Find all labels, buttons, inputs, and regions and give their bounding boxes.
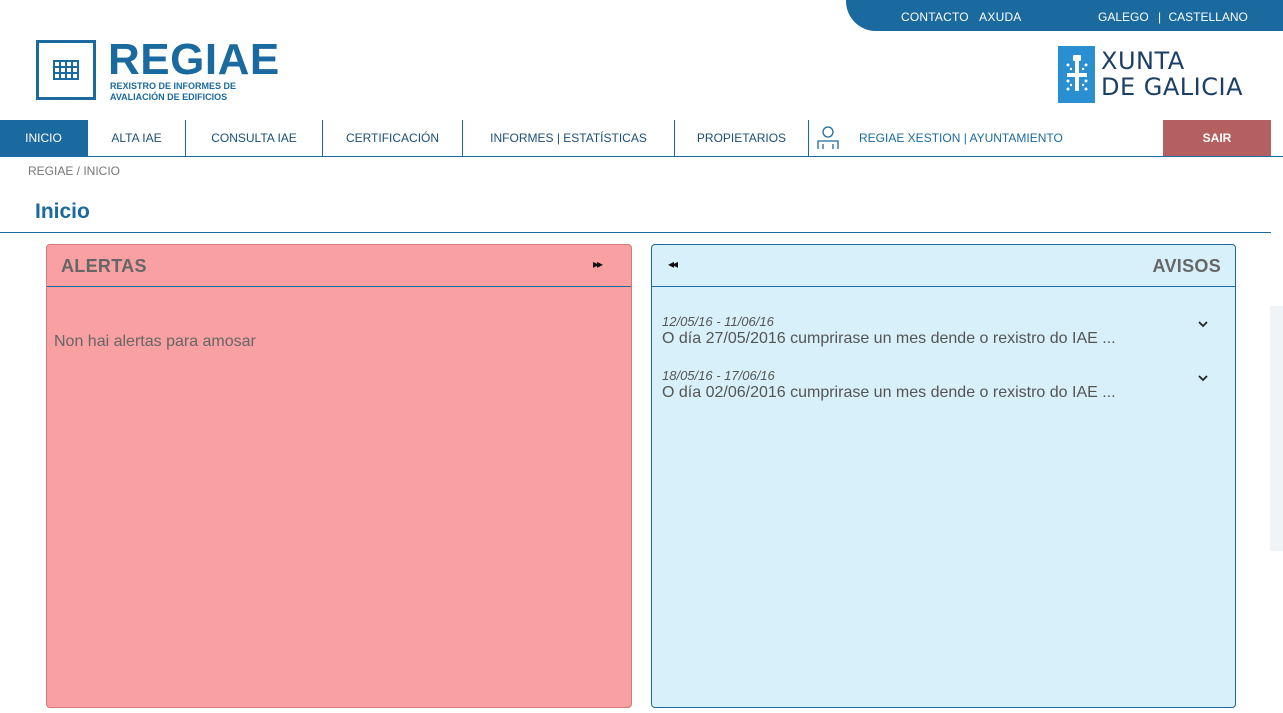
rewind-icon[interactable]: ◂◂	[668, 257, 678, 271]
notices-panel-header: ◂◂ AVISOS	[652, 245, 1235, 287]
page-title: Inicio	[35, 200, 90, 223]
user-icon	[815, 126, 841, 150]
fast-forward-icon[interactable]: ▸▸	[593, 257, 603, 271]
building-grid-icon	[36, 40, 96, 100]
logo-subtitle: REXISTRO DE INFORMES DE AVALIACIÓN DE ED…	[110, 81, 280, 103]
user-menu[interactable]: REGIAE XESTION | AYUNTAMIENTO	[815, 120, 1063, 156]
scrollbar-track[interactable]	[1270, 306, 1283, 551]
xunta-wordmark: XUNTA DE GALICIA	[1101, 48, 1243, 100]
user-label: REGIAE XESTION | AYUNTAMIENTO	[859, 131, 1063, 145]
notices-panel: ◂◂ AVISOS 12/05/16 - 11/06/16 O día 27/0…	[651, 244, 1236, 708]
notice-item[interactable]: 12/05/16 - 11/06/16 O día 27/05/2016 cum…	[662, 314, 1222, 348]
lang-galego-link[interactable]: GALEGO	[1098, 10, 1149, 24]
notice-text: O día 02/06/2016 cumprirase un mes dende…	[662, 384, 1116, 401]
chevron-down-icon[interactable]	[1198, 371, 1208, 385]
notice-text: O día 27/05/2016 cumprirase un mes dende…	[662, 330, 1116, 347]
top-utility-bar: CONTACTO AXUDA GALEGO | CASTELLANO	[846, 0, 1283, 31]
logout-button[interactable]: SAIR	[1163, 120, 1271, 156]
nav-inicio[interactable]: INICIO	[0, 120, 88, 156]
alerts-panel-header: ALERTAS ▸▸	[47, 245, 631, 287]
title-divider	[0, 232, 1271, 233]
nav-propietarios[interactable]: PROPIETARIOS	[675, 120, 809, 156]
nav-certificacion[interactable]: CERTIFICACIÓN	[323, 120, 463, 156]
language-switcher: GALEGO | CASTELLANO	[1098, 10, 1252, 24]
breadcrumb: REGIAE / INICIO	[28, 164, 121, 178]
help-link[interactable]: AXUDA	[979, 10, 1021, 24]
alerts-panel: ALERTAS ▸▸ Non hai alertas para amosar	[46, 244, 632, 708]
logo-title: REGIAE	[108, 35, 280, 84]
chevron-down-icon[interactable]	[1198, 317, 1208, 331]
notice-date: 12/05/16 - 11/06/16	[662, 314, 774, 329]
lang-castellano-link[interactable]: CASTELLANO	[1169, 10, 1248, 24]
logo-subtitle-line1: REXISTRO DE INFORMES DE	[110, 81, 237, 91]
contact-link[interactable]: CONTACTO	[901, 10, 969, 24]
nav-consulta-iae[interactable]: CONSULTA IAE	[186, 120, 323, 156]
xunta-line2: DE GALICIA	[1101, 73, 1243, 101]
utility-links: CONTACTO AXUDA	[901, 10, 1029, 24]
main-nav: INICIO ALTA IAE CONSULTA IAE CERTIFICACI…	[0, 120, 1283, 157]
notice-date: 18/05/16 - 17/06/16	[662, 368, 775, 383]
xunta-line1: XUNTA	[1101, 47, 1185, 75]
notices-title: AVISOS	[1152, 256, 1221, 276]
notice-item[interactable]: 18/05/16 - 17/06/16 O día 02/06/2016 cum…	[662, 368, 1222, 402]
alerts-empty-message: Non hai alertas para amosar	[54, 333, 256, 350]
lang-separator: |	[1158, 10, 1162, 24]
xunta-emblem-icon	[1058, 46, 1095, 103]
logo-subtitle-line2: AVALIACIÓN DE EDIFICIOS	[110, 92, 228, 102]
alerts-title: ALERTAS	[61, 256, 147, 276]
nav-alta-iae[interactable]: ALTA IAE	[88, 120, 186, 156]
nav-informes-estatisticas[interactable]: INFORMES | ESTATÍSTICAS	[463, 120, 675, 156]
